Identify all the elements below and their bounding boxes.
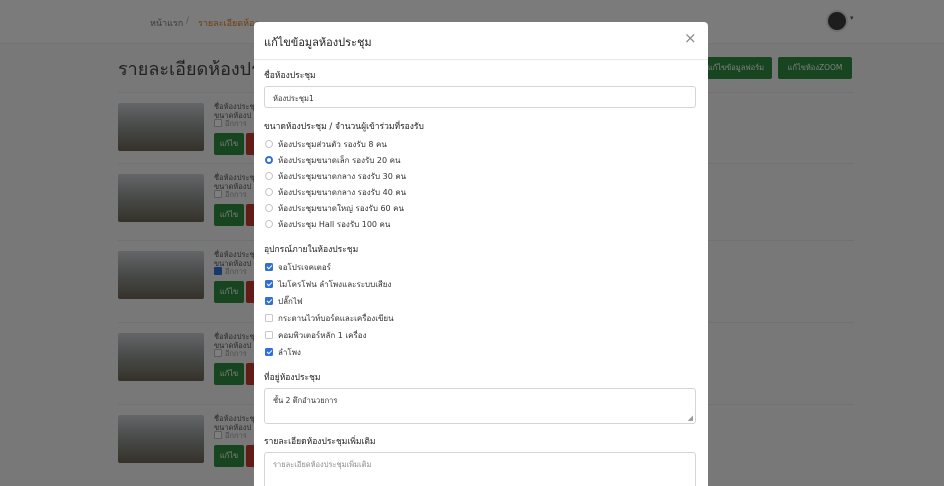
detail-textarea[interactable]: รายละเอียดห้องประชุมเพิ่มเติม bbox=[264, 452, 696, 486]
equipment-option[interactable]: ไมโครโฟน ลำโพงและระบบเสียง bbox=[265, 278, 391, 290]
equipment-option[interactable]: ลำโพง bbox=[265, 346, 301, 358]
resize-handle-icon[interactable]: ◢ bbox=[688, 414, 693, 422]
radio-button[interactable] bbox=[265, 156, 273, 164]
size-option[interactable]: ห้องประชุมขนาดใหญ่ รองรับ 60 คน bbox=[265, 202, 404, 214]
room-name-input[interactable]: ห้องประชุม1 bbox=[264, 86, 696, 108]
size-option-label: ห้องประชุม Hall รองรับ 100 คน bbox=[278, 219, 391, 229]
checkbox[interactable] bbox=[265, 263, 273, 271]
equipment-option-label: จอโปรเจคเตอร์ bbox=[278, 262, 331, 272]
checkbox[interactable] bbox=[265, 280, 273, 288]
checkbox[interactable] bbox=[265, 331, 273, 339]
location-value: ชั้น 2 ตึกอำนวยการ bbox=[273, 396, 338, 405]
equipment-option-label: คอมพิวเตอร์หลัก 1 เครื่อง bbox=[278, 330, 367, 340]
radio-button[interactable] bbox=[265, 140, 273, 148]
modal-header: แก้ไขข้อมูลห้องประชุม × bbox=[254, 22, 708, 60]
close-icon[interactable]: × bbox=[684, 29, 697, 47]
radio-button[interactable] bbox=[265, 188, 273, 196]
equipment-option[interactable]: ปลั๊กไฟ bbox=[265, 295, 303, 307]
size-option[interactable]: ห้องประชุมส่วนตัว รองรับ 8 คน bbox=[265, 138, 387, 150]
size-option[interactable]: ห้องประชุมขนาดกลาง รองรับ 30 คน bbox=[265, 170, 406, 182]
location-textarea[interactable]: ชั้น 2 ตึกอำนวยการ ◢ bbox=[264, 388, 696, 424]
equipment-option-label: กระดานไวท์บอร์ดและเครื่องเขียน bbox=[278, 313, 394, 323]
size-option-label: ห้องประชุมขนาดใหญ่ รองรับ 60 คน bbox=[278, 203, 404, 213]
checkbox[interactable] bbox=[265, 297, 273, 305]
size-option[interactable]: ห้องประชุม Hall รองรับ 100 คน bbox=[265, 218, 390, 230]
checkbox[interactable] bbox=[265, 314, 273, 322]
room-name-label: ชื่อห้องประชุม bbox=[264, 71, 316, 81]
equipment-option-label: ลำโพง bbox=[278, 347, 301, 357]
size-option-label: ห้องประชุมขนาดเล็ก รองรับ 20 คน bbox=[278, 155, 401, 165]
detail-label: รายละเอียดห้องประชุมเพิ่มเติม bbox=[264, 437, 376, 447]
size-option-label: ห้องประชุมขนาดกลาง รองรับ 40 คน bbox=[278, 187, 407, 197]
modal-title: แก้ไขข้อมูลห้องประชุม bbox=[264, 36, 372, 49]
equipment-option[interactable]: กระดานไวท์บอร์ดและเครื่องเขียน bbox=[265, 312, 394, 324]
detail-placeholder: รายละเอียดห้องประชุมเพิ่มเติม bbox=[273, 460, 372, 469]
equipment-option[interactable]: จอโปรเจคเตอร์ bbox=[265, 261, 331, 273]
checkbox[interactable] bbox=[265, 348, 273, 356]
room-size-label: ขนาดห้องประชุม / จำนวนผู้เข้าร่วมที่รองร… bbox=[264, 122, 424, 132]
size-option-label: ห้องประชุมส่วนตัว รองรับ 8 คน bbox=[278, 139, 387, 149]
size-option[interactable]: ห้องประชุมขนาดเล็ก รองรับ 20 คน bbox=[265, 154, 400, 166]
size-option-label: ห้องประชุมขนาดกลาง รองรับ 30 คน bbox=[278, 171, 407, 181]
location-label: ที่อยู่ห้องประชุม bbox=[264, 373, 321, 383]
equipment-option-label: ปลั๊กไฟ bbox=[278, 296, 303, 306]
edit-room-modal: แก้ไขข้อมูลห้องประชุม × ชื่อห้องประชุม ห… bbox=[254, 22, 708, 486]
radio-button[interactable] bbox=[265, 172, 273, 180]
equipment-option[interactable]: คอมพิวเตอร์หลัก 1 เครื่อง bbox=[265, 329, 367, 341]
size-option[interactable]: ห้องประชุมขนาดกลาง รองรับ 40 คน bbox=[265, 186, 406, 198]
radio-button[interactable] bbox=[265, 220, 273, 228]
radio-button[interactable] bbox=[265, 204, 273, 212]
equipment-option-label: ไมโครโฟน ลำโพงและระบบเสียง bbox=[278, 279, 392, 289]
equipment-label: อุปกรณ์ภายในห้องประชุม bbox=[264, 245, 359, 255]
